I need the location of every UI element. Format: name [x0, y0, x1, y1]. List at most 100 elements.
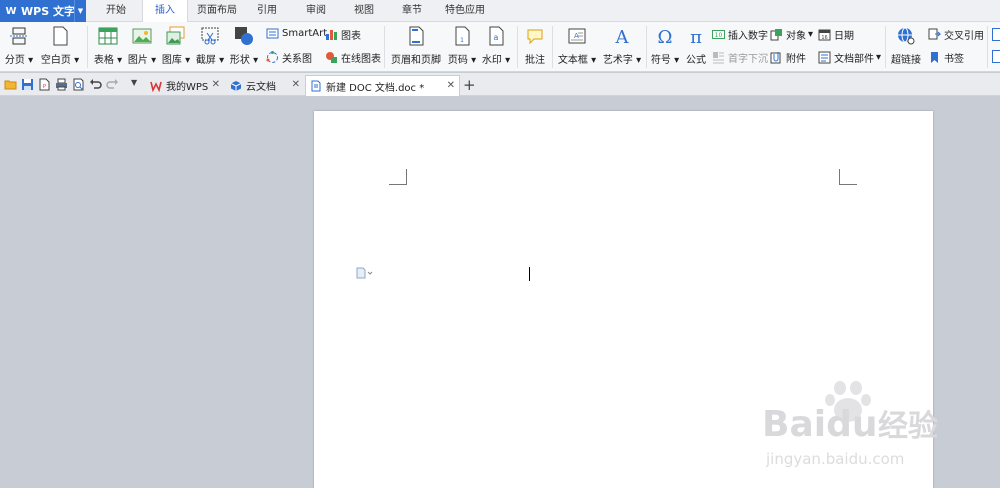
object-label: 对象: [786, 31, 806, 42]
watermark-button[interactable]: a 水印 ▾: [481, 22, 511, 66]
doc-parts-icon: [818, 51, 831, 64]
cross-ref-button[interactable]: 交叉引用: [928, 27, 984, 42]
watermark-brand: Baidu: [762, 404, 877, 445]
scissors-icon: [201, 27, 219, 45]
customize-dropdown-icon[interactable]: ▼: [131, 78, 137, 87]
comment-button[interactable]: 批注: [522, 22, 548, 66]
relation-chart-icon: [266, 51, 278, 63]
paragraph-layout-icon[interactable]: [356, 267, 376, 279]
quick-access-bar: P ▼ 我的WPS ✕ 云文档 ✕ 新建 DOC 文档.doc * ✕: [0, 73, 1000, 96]
attachment-icon: [770, 52, 781, 64]
comment-icon: [527, 29, 543, 45]
online-chart-button[interactable]: 在线图表: [325, 50, 381, 65]
tab-references[interactable]: 引用: [247, 0, 287, 22]
drop-cap-button[interactable]: 首字下沉: [712, 50, 768, 65]
drop-cap-icon: [713, 52, 724, 64]
table-icon: [98, 27, 118, 45]
header-footer-icon: [409, 26, 424, 46]
doc-tab-current[interactable]: 新建 DOC 文档.doc * ✕: [305, 75, 460, 96]
baidu-watermark: Baidu 经验 jingyan.baidu.com: [762, 381, 938, 468]
page-number-label: 页码: [447, 55, 468, 66]
export-pdf-icon[interactable]: P: [38, 78, 51, 91]
chevron-down-icon[interactable]: ▼: [74, 0, 86, 22]
tab-page-layout[interactable]: 页面布局: [192, 0, 242, 22]
doc-tab-label: 我的WPS: [166, 82, 209, 93]
svg-text:1: 1: [460, 37, 464, 44]
comment-label: 批注: [525, 55, 545, 66]
textbox-icon: A: [568, 28, 586, 44]
margin-corner-mark: [389, 169, 407, 185]
chart-button[interactable]: 图表: [325, 27, 361, 42]
watermark-label: 水印: [481, 55, 502, 66]
text-cursor: [529, 267, 530, 281]
undo-icon[interactable]: [89, 78, 102, 91]
new-tab-button[interactable]: +: [463, 76, 476, 94]
header-footer-button[interactable]: 页眉和页脚: [391, 22, 441, 66]
tab-insert[interactable]: 插入: [142, 0, 188, 23]
tab-review[interactable]: 审阅: [296, 0, 336, 22]
app-menu-button[interactable]: W WPS 文字 ▼: [0, 0, 86, 22]
shapes-label: 形状: [229, 55, 250, 66]
object-button[interactable]: 对象 ▾: [770, 27, 813, 42]
open-folder-icon[interactable]: [4, 78, 17, 91]
watermark-icon: a: [489, 26, 504, 46]
textbox-button[interactable]: A 文本框 ▾: [558, 22, 596, 66]
screenshot-button[interactable]: 截屏 ▾: [195, 22, 225, 66]
attachment-button[interactable]: 附件: [770, 50, 806, 65]
cross-ref-icon: [928, 28, 941, 40]
ribbon-divider: [87, 26, 88, 68]
page-number-button[interactable]: 1 页码 ▾: [447, 22, 477, 66]
tab-view[interactable]: 视图: [344, 0, 384, 22]
ribbon-divider: [384, 26, 385, 68]
cube-icon: [230, 80, 242, 91]
shapes-button[interactable]: 形状 ▾: [229, 22, 259, 66]
close-icon[interactable]: ✕: [212, 79, 220, 90]
redo-icon[interactable]: [106, 78, 119, 91]
formula-button[interactable]: π 公式: [684, 22, 708, 66]
tab-special[interactable]: 特色应用: [440, 0, 490, 22]
document-icon: [311, 80, 321, 92]
print-preview-icon[interactable]: [72, 78, 85, 91]
symbol-button[interactable]: Ω 符号 ▾: [650, 22, 680, 66]
bar-chart-icon: [326, 30, 337, 40]
margin-corner-mark: [839, 169, 857, 185]
relation-chart-button[interactable]: 关系图: [266, 50, 312, 65]
save-icon[interactable]: [21, 78, 34, 91]
textbox-label: 文本框: [557, 55, 588, 66]
online-chart-icon: [326, 52, 337, 63]
print-icon[interactable]: [55, 78, 68, 91]
hyperlink-button[interactable]: 超链接: [890, 22, 922, 66]
insert-number-button[interactable]: 10 插入数字: [712, 27, 768, 42]
date-button[interactable]: 16 日期: [818, 27, 854, 42]
cross-ref-label: 交叉引用: [944, 31, 984, 42]
tab-section[interactable]: 章节: [392, 0, 432, 22]
close-icon[interactable]: ✕: [447, 80, 455, 91]
doc-tab-my-wps[interactable]: 我的WPS ✕: [146, 75, 224, 96]
gallery-button[interactable]: 图库 ▾: [161, 22, 191, 66]
smartart-button[interactable]: SmartArt: [266, 27, 327, 40]
wordart-button[interactable]: A 艺术字 ▾: [602, 22, 642, 66]
formula-label: 公式: [686, 55, 706, 66]
blank-page-button[interactable]: 空白页 ▾: [40, 22, 80, 66]
watermark-suffix: 经验: [878, 409, 938, 444]
svg-text:Ω: Ω: [658, 27, 673, 46]
hyperlink-label: 超链接: [891, 55, 921, 66]
ribbon-divider: [517, 26, 518, 68]
watermark-url: jingyan.baidu.com: [765, 450, 904, 468]
calendar-icon: 16: [818, 29, 831, 41]
doc-parts-button[interactable]: 文档部件 ▾: [818, 50, 881, 65]
doc-tab-label: 新建 DOC 文档.doc *: [326, 82, 425, 94]
page-break-button[interactable]: 分页 ▾: [5, 22, 33, 66]
tab-home[interactable]: 开始: [95, 0, 137, 22]
picture-button[interactable]: 图片 ▾: [127, 22, 157, 66]
table-button[interactable]: 表格 ▾: [93, 22, 123, 66]
online-chart-label: 在线图表: [341, 54, 381, 65]
doc-tab-cloud-docs[interactable]: 云文档 ✕: [226, 75, 304, 96]
bookmark-button[interactable]: 书签: [928, 50, 964, 65]
attachment-label: 附件: [786, 54, 806, 65]
close-icon[interactable]: ✕: [292, 79, 300, 90]
date-label: 日期: [834, 31, 854, 42]
more-icon[interactable]: [992, 28, 1000, 41]
more-icon[interactable]: [992, 50, 1000, 63]
object-icon: [770, 29, 782, 41]
